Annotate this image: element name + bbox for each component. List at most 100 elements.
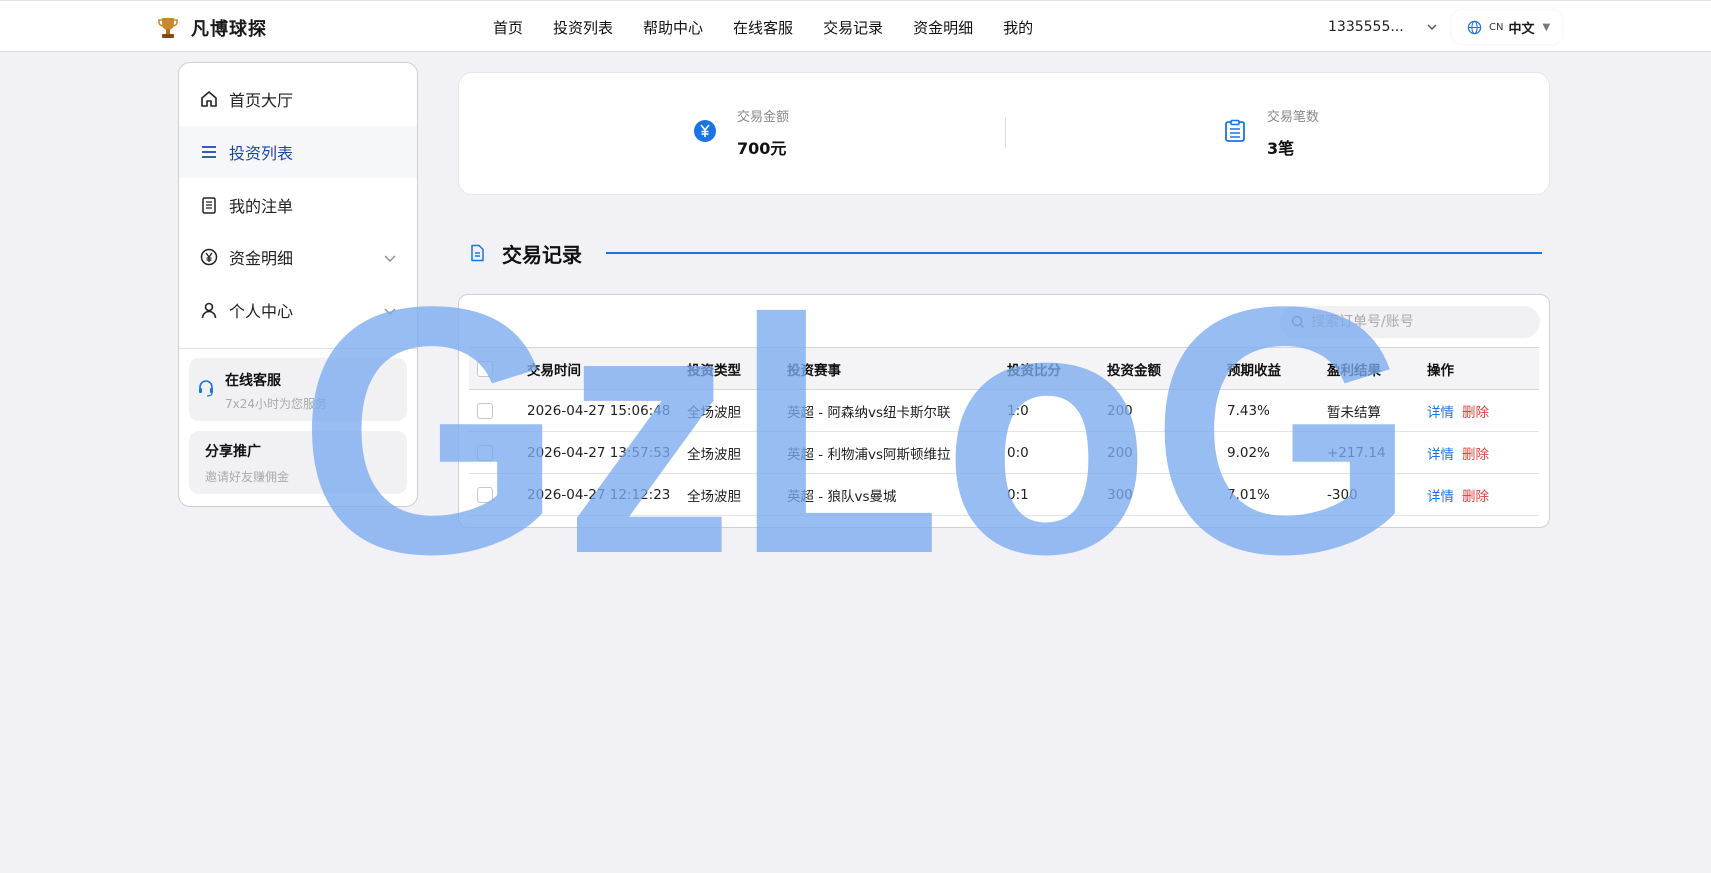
column-header: 投资金额 [1107, 347, 1227, 390]
transaction-amount-label: 交易金额 [737, 110, 790, 125]
delete-link[interactable]: 删除 [1462, 489, 1489, 505]
chevron-down-icon[interactable] [383, 251, 397, 265]
home-icon [201, 91, 217, 107]
headset-icon [199, 380, 213, 397]
sidebar-item-label: 首页大厅 [229, 91, 294, 110]
transaction-count-label: 交易笔数 [1267, 110, 1320, 125]
cell-amount: 200 [1107, 389, 1227, 432]
sidebar-item-my-bets[interactable]: 我的注单 [179, 179, 417, 231]
clipboard-icon [1225, 119, 1245, 142]
detail-link[interactable]: 详情 [1427, 405, 1454, 421]
transaction-amount-stat: 交易金额 700元 [693, 106, 789, 159]
nav-help-center[interactable]: 帮助中心 [643, 17, 703, 38]
column-header: 操作 [1427, 347, 1539, 390]
table-row: 2026-04-27 13:57:53 全场波胆 英超 - 利物浦vs阿斯顿维拉… [469, 431, 1539, 474]
yen-circle-icon [694, 120, 716, 142]
user-account-dropdown[interactable]: 1335555... [1328, 19, 1438, 35]
trophy-icon [158, 18, 178, 38]
nav-transaction-records[interactable]: 交易记录 [823, 17, 883, 38]
transaction-table: 交易时间 投资类型 投资赛事 投资比分 投资金额 预期收益 盈利结果 操作 20… [469, 347, 1539, 516]
row-checkbox[interactable] [477, 486, 493, 503]
cell-amount: 200 [1107, 431, 1227, 474]
column-header: 投资比分 [1007, 347, 1107, 390]
user-account-name: 1335555... [1328, 19, 1404, 35]
language-selector[interactable]: CN 中文 ▼ [1452, 10, 1562, 44]
language-label: 中文 [1508, 21, 1535, 37]
column-header: 预期收益 [1227, 347, 1327, 390]
section-underline [606, 252, 1542, 254]
transaction-count-stat: 交易笔数 3笔 [1223, 106, 1319, 159]
caret-down-icon: ▼ [1542, 21, 1551, 33]
cell-type: 全场波胆 [687, 473, 787, 516]
column-header: 交易时间 [527, 347, 687, 390]
sidebar-item-fund-details[interactable]: 资金明细 [179, 231, 417, 283]
nav-investment-list[interactable]: 投资列表 [553, 17, 613, 38]
share-promotion-subtitle: 邀请好友赚佣金 [205, 470, 290, 484]
file-text-icon [471, 244, 484, 262]
online-service-subtitle: 7x24小时为您服务 [225, 397, 328, 411]
sidebar-item-label: 投资列表 [229, 144, 294, 163]
cell-time: 2026-04-27 13:57:53 [527, 431, 687, 474]
chevron-down-icon[interactable] [383, 304, 397, 318]
cell-result: +217.14 [1327, 431, 1427, 474]
row-checkbox[interactable] [477, 444, 493, 461]
detail-link[interactable]: 详情 [1427, 447, 1454, 463]
sidebar-item-personal-center[interactable]: 个人中心 [179, 284, 417, 336]
nav-home[interactable]: 首页 [493, 17, 523, 38]
transaction-table-panel: 交易时间 投资类型 投资赛事 投资比分 投资金额 预期收益 盈利结果 操作 20… [458, 294, 1550, 528]
nav-fund-details[interactable]: 资金明细 [913, 17, 973, 38]
brand-name: 凡博球探 [191, 19, 267, 40]
document-icon [202, 197, 216, 214]
cell-type: 全场波胆 [687, 389, 787, 432]
cell-expected-return: 7.01% [1227, 473, 1327, 516]
row-checkbox[interactable] [477, 402, 493, 419]
table-header-row: 交易时间 投资类型 投资赛事 投资比分 投资金额 预期收益 盈利结果 操作 [469, 347, 1539, 390]
cell-time: 2026-04-27 12:12:23 [527, 473, 687, 516]
select-all-checkbox[interactable] [477, 360, 493, 377]
online-service-card[interactable]: 在线客服 7x24小时为您服务 [189, 358, 407, 421]
delete-link[interactable]: 删除 [1462, 405, 1489, 421]
main-nav: 首页 投资列表 帮助中心 在线客服 交易记录 资金明细 我的 [493, 1, 1063, 53]
column-header: 投资类型 [687, 347, 787, 390]
delete-link[interactable]: 删除 [1462, 447, 1489, 463]
column-header: 盈利结果 [1327, 347, 1427, 390]
share-promotion-title: 分享推广 [205, 444, 261, 460]
cell-time: 2026-04-27 15:06:48 [527, 389, 687, 432]
table-row: 2026-04-27 15:06:48 全场波胆 英超 - 阿森纳vs纽卡斯尔联… [469, 389, 1539, 432]
cell-expected-return: 7.43% [1227, 389, 1327, 432]
online-service-title: 在线客服 [225, 373, 281, 389]
cell-score: 1:0 [1007, 389, 1107, 432]
cell-match: 英超 - 利物浦vs阿斯顿维拉 [787, 431, 1007, 474]
search-icon [1291, 315, 1304, 328]
cell-actions: 详情 删除 [1427, 389, 1539, 432]
chevron-down-icon [1427, 24, 1437, 30]
brand-logo[interactable]: 凡博球探 [157, 15, 267, 41]
cell-actions: 详情 删除 [1427, 473, 1539, 516]
transaction-count-value: 3笔 [1267, 139, 1295, 158]
list-icon [202, 146, 216, 158]
sidebar-item-home-hall[interactable]: 首页大厅 [179, 73, 417, 125]
top-navbar: 凡博球探 首页 投资列表 帮助中心 在线客服 交易记录 资金明细 我的 1335… [0, 0, 1711, 52]
nav-mine[interactable]: 我的 [1003, 17, 1033, 38]
cell-amount: 300 [1107, 473, 1227, 516]
stats-divider [1005, 118, 1006, 148]
sidebar-item-label: 个人中心 [229, 302, 294, 321]
cell-result: -300 [1327, 473, 1427, 516]
user-icon [201, 302, 217, 319]
cell-type: 全场波胆 [687, 431, 787, 474]
cell-score: 0:1 [1007, 473, 1107, 516]
sidebar-item-investment-list[interactable]: 投资列表 [179, 126, 417, 178]
sidebar-item-label: 我的注单 [229, 197, 294, 216]
cell-score: 0:0 [1007, 431, 1107, 474]
share-promotion-card[interactable]: 分享推广 邀请好友赚佣金 [189, 431, 407, 494]
nav-online-service[interactable]: 在线客服 [733, 17, 793, 38]
cell-expected-return: 9.02% [1227, 431, 1327, 474]
cell-actions: 详情 删除 [1427, 431, 1539, 474]
sidebar-item-label: 资金明细 [229, 249, 294, 268]
cell-result: 暂未结算 [1327, 389, 1427, 432]
search-box[interactable] [1280, 306, 1540, 338]
search-input[interactable] [1311, 314, 1521, 330]
yen-circle-icon [200, 248, 218, 266]
detail-link[interactable]: 详情 [1427, 489, 1454, 505]
table-row: 2026-04-27 12:12:23 全场波胆 英超 - 狼队vs曼城 0:1… [469, 473, 1539, 516]
